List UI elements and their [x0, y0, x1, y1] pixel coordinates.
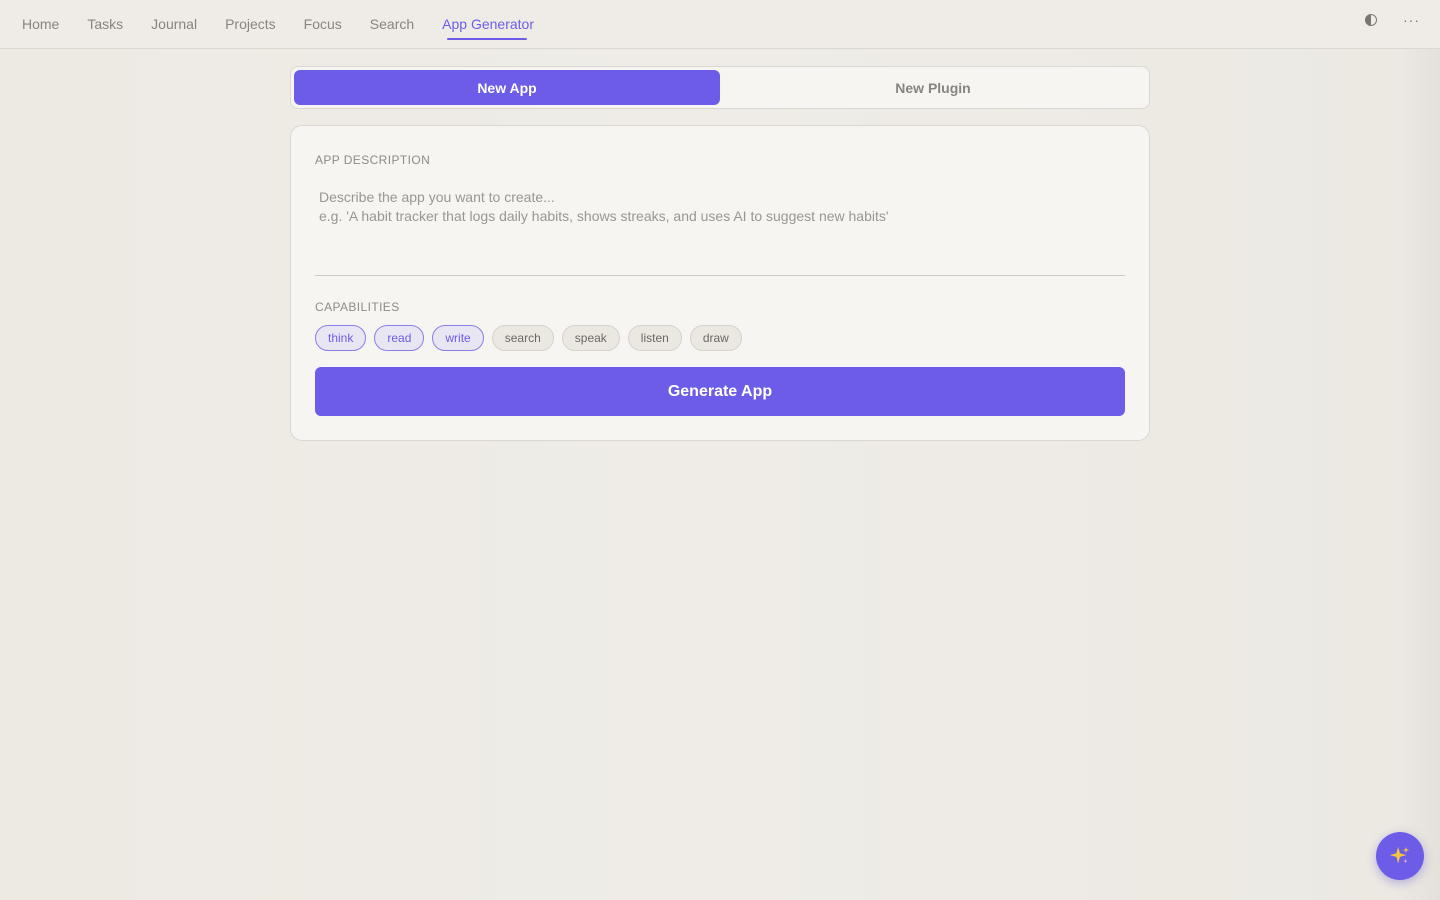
capability-chip-read[interactable]: read	[374, 325, 425, 351]
new-plugin-tab[interactable]: New Plugin	[720, 70, 1146, 105]
nav-item-home[interactable]: Home	[22, 14, 59, 34]
capability-chips: think read write search speak listen dra…	[315, 325, 742, 351]
sparkle-icon	[1389, 846, 1410, 864]
app-description-input[interactable]	[315, 182, 1125, 276]
nav-item-app-generator[interactable]: App Generator	[442, 14, 534, 40]
new-app-tab[interactable]: New App	[294, 70, 720, 105]
capability-chip-speak[interactable]: speak	[561, 325, 620, 351]
capability-chip-search[interactable]: search	[491, 325, 554, 351]
nav-item-journal[interactable]: Journal	[151, 14, 197, 34]
app-description-label: APP DESCRIPTION	[315, 153, 431, 167]
theme-toggle-icon[interactable]	[1365, 14, 1377, 26]
generate-app-button[interactable]: Generate App	[315, 367, 1125, 416]
capability-chip-think[interactable]: think	[315, 325, 367, 351]
ai-assistant-button[interactable]	[1376, 832, 1424, 880]
nav-actions: ···	[1365, 13, 1420, 27]
capability-chip-listen[interactable]: listen	[627, 325, 682, 351]
nav-item-projects[interactable]: Projects	[225, 14, 276, 34]
capability-chip-draw[interactable]: draw	[689, 325, 742, 351]
nav-item-focus[interactable]: Focus	[304, 14, 342, 34]
capability-chip-write[interactable]: write	[432, 325, 484, 351]
nav-item-search[interactable]: Search	[370, 14, 414, 34]
nav-item-tasks[interactable]: Tasks	[87, 14, 123, 34]
capabilities-label: CAPABILITIES	[315, 300, 400, 314]
mode-toggle: New App New Plugin	[290, 66, 1150, 109]
more-icon[interactable]: ···	[1403, 13, 1420, 27]
top-navigation: Home Tasks Journal Projects Focus Search…	[0, 0, 1440, 49]
app-form-card: APP DESCRIPTION CAPABILITIES think read …	[290, 125, 1150, 441]
nav-items: Home Tasks Journal Projects Focus Search…	[22, 14, 562, 40]
